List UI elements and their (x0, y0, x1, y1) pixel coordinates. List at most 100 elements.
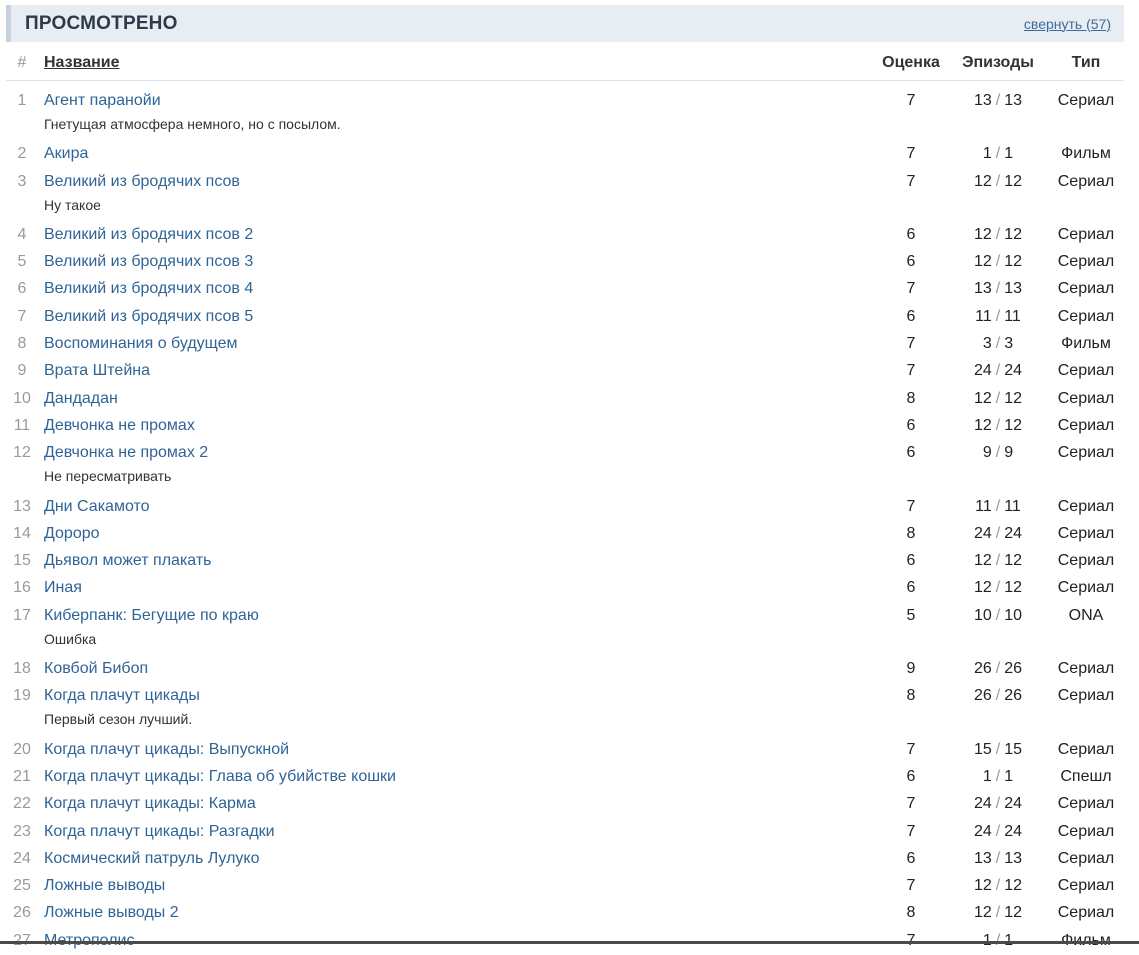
row-number: 1 (6, 81, 38, 142)
column-header-type[interactable]: Тип (1054, 46, 1118, 81)
row-score: 6 (880, 548, 942, 575)
title-link[interactable]: Когда плачут цикады: Карма (44, 795, 880, 813)
title-link[interactable]: Врата Штейна (44, 362, 880, 380)
row-spacer (1118, 440, 1124, 493)
row-title-cell: Когда плачут цикады: Глава об убийстве к… (38, 764, 880, 791)
row-spacer (1118, 386, 1124, 413)
row-score: 7 (880, 819, 942, 846)
row-title-cell: Дни Сакамото (38, 494, 880, 521)
title-link[interactable]: Когда плачут цикады: Разгадки (44, 823, 880, 841)
row-type: Сериал (1054, 169, 1118, 222)
row-number: 9 (6, 358, 38, 385)
row-score: 5 (880, 603, 942, 656)
episodes-separator: / (996, 660, 1000, 677)
row-episodes: 10/10 (942, 603, 1054, 656)
row-number: 6 (6, 276, 38, 303)
row-type: Сериал (1054, 683, 1118, 736)
row-spacer (1118, 548, 1124, 575)
row-title-cell: Девчонка не промах 2Не пересматривать (38, 440, 880, 493)
table-row: 15Дьявол может плакать612/12Сериал (6, 548, 1124, 575)
column-header-score[interactable]: Оценка (880, 46, 942, 81)
row-spacer (1118, 683, 1124, 736)
title-link[interactable]: Акира (44, 145, 880, 163)
title-link[interactable]: Ложные выводы 2 (44, 904, 880, 922)
title-link[interactable]: Дьявол может плакать (44, 552, 880, 570)
episodes-separator: / (996, 390, 1000, 407)
row-score: 7 (880, 873, 942, 900)
title-link[interactable]: Дороро (44, 525, 880, 543)
table-row: 11Девчонка не промах612/12Сериал (6, 413, 1124, 440)
title-link[interactable]: Дни Сакамото (44, 498, 880, 516)
title-link[interactable]: Великий из бродячих псов 2 (44, 226, 880, 244)
episodes-watched: 12 (974, 904, 992, 921)
row-score: 7 (880, 169, 942, 222)
row-number: 21 (6, 764, 38, 791)
title-link[interactable]: Воспоминания о будущем (44, 335, 880, 353)
title-link[interactable]: Иная (44, 579, 880, 597)
title-link[interactable]: Великий из бродячих псов 3 (44, 253, 880, 271)
title-link[interactable]: Девчонка не промах 2 (44, 444, 880, 462)
episodes-watched: 13 (974, 92, 992, 109)
episodes-total: 12 (1004, 390, 1022, 407)
row-spacer (1118, 331, 1124, 358)
row-title-cell: Ковбой Бибоп (38, 656, 880, 683)
title-link[interactable]: Великий из бродячих псов 5 (44, 308, 880, 326)
title-link[interactable]: Когда плачут цикады: Выпускной (44, 741, 880, 759)
episodes-separator: / (996, 525, 1000, 542)
title-link[interactable]: Ложные выводы (44, 877, 880, 895)
anime-list-table: # Название Оценка Эпизоды Тип 1Агент пар… (6, 46, 1124, 955)
row-score: 9 (880, 656, 942, 683)
table-row: 9Врата Штейна724/24Сериал (6, 358, 1124, 385)
row-title-cell: Великий из бродячих псов 3 (38, 249, 880, 276)
row-spacer (1118, 764, 1124, 791)
title-link[interactable]: Когда плачут цикады (44, 687, 880, 705)
row-title-cell: Космический патруль Лулуко (38, 846, 880, 873)
row-number: 15 (6, 548, 38, 575)
title-link[interactable]: Агент паранойи (44, 92, 880, 110)
row-episodes: 12/12 (942, 873, 1054, 900)
row-spacer (1118, 819, 1124, 846)
column-header-num: # (6, 46, 38, 81)
row-number: 20 (6, 737, 38, 764)
collapse-link[interactable]: свернуть (57) (1024, 16, 1111, 32)
title-link[interactable]: Дандадан (44, 390, 880, 408)
episodes-separator: / (996, 498, 1000, 515)
row-number: 16 (6, 575, 38, 602)
row-episodes: 24/24 (942, 521, 1054, 548)
row-number: 10 (6, 386, 38, 413)
table-row: 6Великий из бродячих псов 4713/13Сериал (6, 276, 1124, 303)
title-link[interactable]: Киберпанк: Бегущие по краю (44, 607, 880, 625)
table-row: 5Великий из бродячих псов 3612/12Сериал (6, 249, 1124, 276)
row-number: 19 (6, 683, 38, 736)
row-type: Фильм (1054, 331, 1118, 358)
row-score: 7 (880, 494, 942, 521)
row-type: Сериал (1054, 81, 1118, 142)
title-link[interactable]: Девчонка не промах (44, 417, 880, 435)
title-link[interactable]: Великий из бродячих псов 4 (44, 280, 880, 298)
episodes-total: 12 (1004, 904, 1022, 921)
row-episodes: 24/24 (942, 819, 1054, 846)
row-spacer (1118, 521, 1124, 548)
row-episodes: 15/15 (942, 737, 1054, 764)
title-link[interactable]: Космический патруль Лулуко (44, 850, 880, 868)
row-title-cell: Агент паранойиГнетущая атмосфера немного… (38, 81, 880, 142)
row-type: Сериал (1054, 413, 1118, 440)
title-link[interactable]: Ковбой Бибоп (44, 660, 880, 678)
column-header-title-label[interactable]: Название (44, 54, 120, 71)
episodes-separator: / (996, 226, 1000, 243)
column-header-title[interactable]: Название (38, 46, 880, 81)
title-link[interactable]: Когда плачут цикады: Глава об убийстве к… (44, 768, 880, 786)
row-number: 18 (6, 656, 38, 683)
row-episodes: 26/26 (942, 656, 1054, 683)
title-link[interactable]: Великий из бродячих псов (44, 173, 880, 191)
episodes-total: 11 (1004, 308, 1021, 325)
column-header-episodes[interactable]: Эпизоды (942, 46, 1054, 81)
episodes-watched: 1 (983, 768, 992, 785)
row-title-cell: Девчонка не промах (38, 413, 880, 440)
table-row: 21 Когда плачут цикады: Глава об убийстве… (6, 764, 1124, 791)
row-title-cell: Великий из бродячих псов 4 (38, 276, 880, 303)
episodes-separator: / (996, 877, 1000, 894)
table-row: 16Иная612/12Сериал (6, 575, 1124, 602)
episodes-watched: 12 (974, 877, 992, 894)
episodes-total: 3 (1004, 335, 1013, 352)
